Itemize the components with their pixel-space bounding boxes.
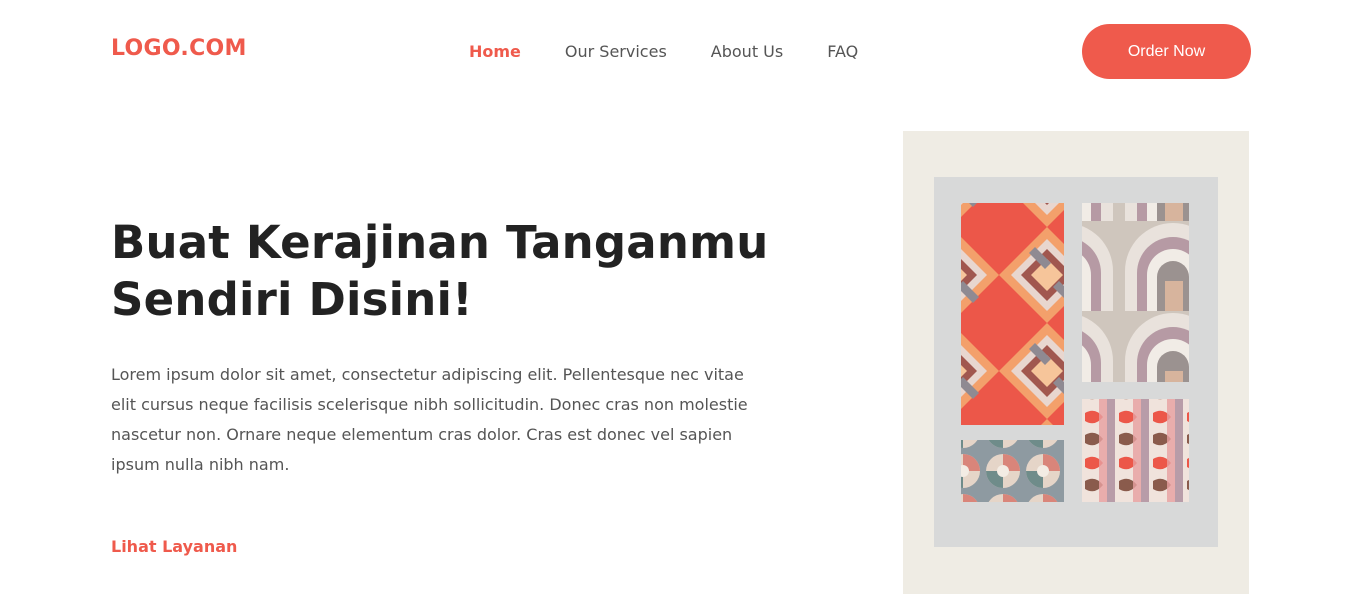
- hero-title-line-1: Buat Kerajinan Tanganmu: [111, 216, 769, 269]
- nav-item-about-us[interactable]: About Us: [711, 42, 783, 61]
- order-now-button[interactable]: Order Now: [1082, 24, 1251, 79]
- main-nav: Home Our Services About Us FAQ: [469, 42, 902, 61]
- nav-item-home[interactable]: Home: [469, 42, 521, 61]
- nav-item-faq[interactable]: FAQ: [827, 42, 858, 61]
- hero-title-line-2: Sendiri Disini!: [111, 273, 473, 326]
- hero-description: Lorem ipsum dolor sit amet, consectetur …: [111, 365, 748, 474]
- logo[interactable]: LOGO.COM: [111, 36, 247, 61]
- nav-item-our-services[interactable]: Our Services: [565, 42, 667, 61]
- hero-artwork-image: [903, 131, 1249, 594]
- view-services-link[interactable]: Lihat Layanan: [111, 537, 237, 556]
- hero-title: Buat Kerajinan Tanganmu Sendiri Disini!: [111, 214, 831, 328]
